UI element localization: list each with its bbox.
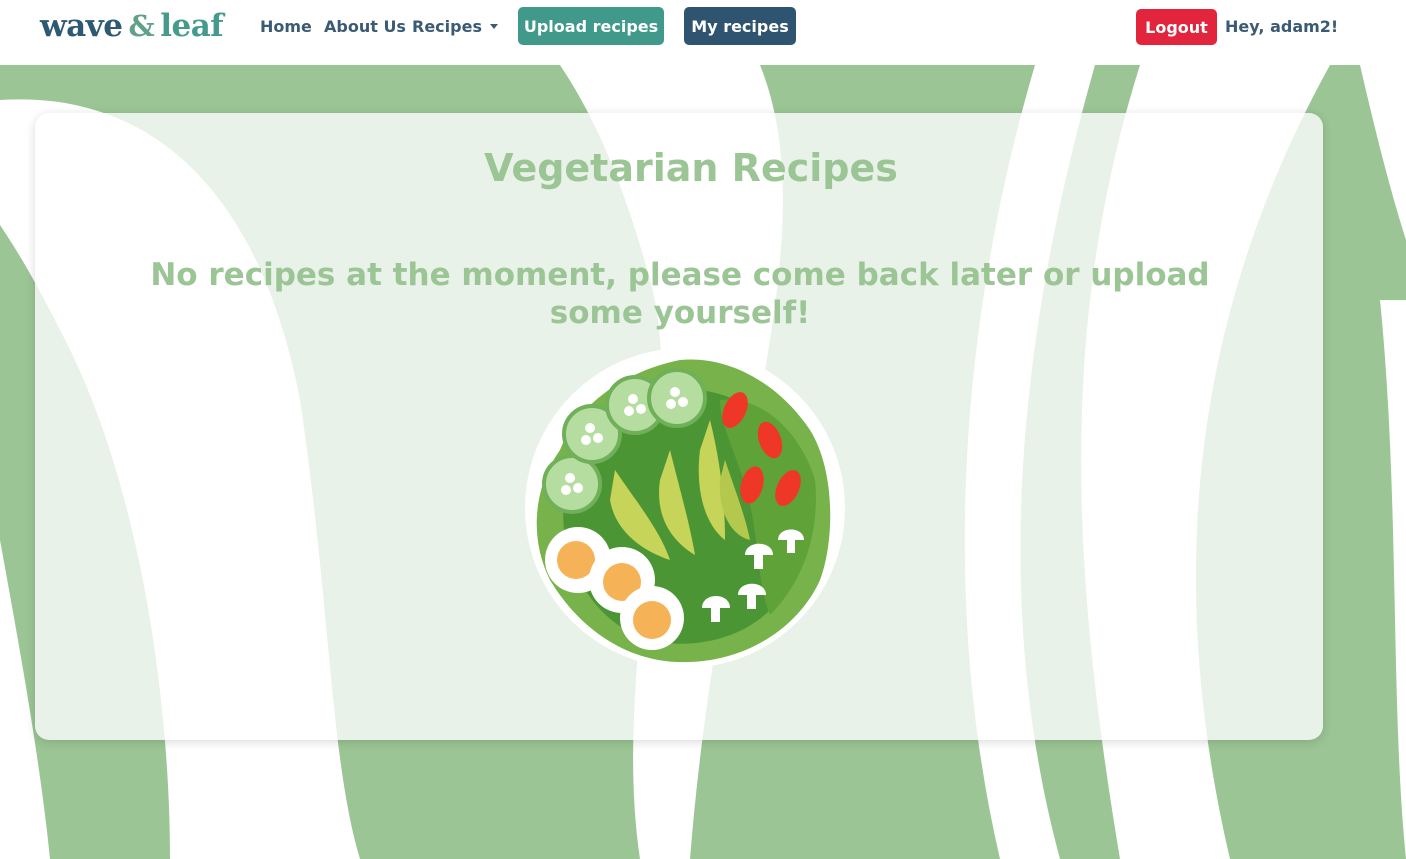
page-title: Vegetarian Recipes xyxy=(484,146,898,190)
upload-recipes-button[interactable]: Upload recipes xyxy=(518,7,664,45)
nav-dropdown-recipes[interactable]: Recipes xyxy=(412,17,498,36)
brand-logo[interactable]: wave & leaf xyxy=(40,6,224,46)
brand-word-leaf: leaf xyxy=(160,8,224,44)
user-greeting: Hey, adam2! xyxy=(1225,17,1339,36)
my-recipes-button[interactable]: My recipes xyxy=(684,7,796,45)
empty-state-message: No recipes at the moment, please come ba… xyxy=(150,257,1210,331)
nav-link-home[interactable]: Home xyxy=(260,17,312,36)
caret-down-icon xyxy=(489,24,498,29)
brand-ampersand: & xyxy=(128,9,155,43)
brand-word-wave: wave xyxy=(40,8,123,44)
nav-dropdown-recipes-label: Recipes xyxy=(412,17,482,36)
nav-link-about[interactable]: About Us xyxy=(324,17,406,36)
logout-button[interactable]: Logout xyxy=(1136,9,1217,45)
navbar: wave & leaf Home About Us Recipes Upload… xyxy=(0,0,1406,65)
salad-bowl-icon xyxy=(525,348,845,668)
